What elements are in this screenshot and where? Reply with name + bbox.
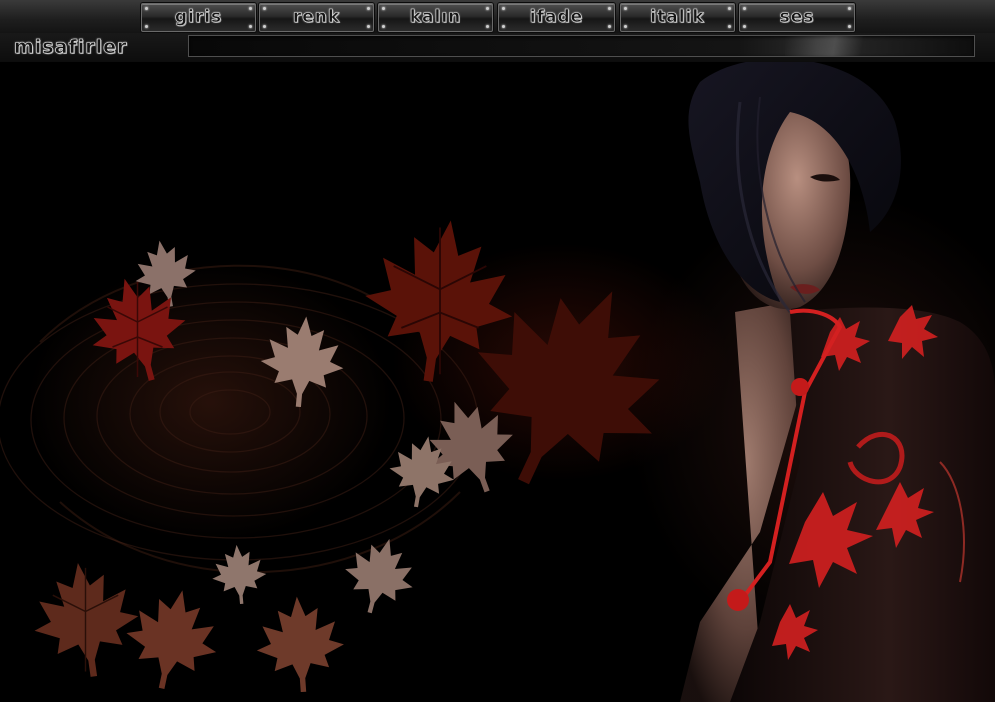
menu-button-ses[interactable]: ses [739, 3, 855, 32]
menu-button-label: ifade [529, 7, 584, 28]
menu-button-giris[interactable]: giris [141, 3, 256, 32]
menu-button-ifade[interactable]: ifade [498, 3, 615, 32]
menu-button-kalin[interactable]: kalın [378, 3, 493, 32]
maple-leaf-icon [120, 582, 225, 692]
maple-leaf-icon [253, 593, 348, 692]
woman-portrait [680, 62, 995, 702]
menu-button-label: kalın [409, 7, 462, 28]
guestbook-label: misafirler [14, 36, 128, 59]
guestbook-input[interactable] [188, 35, 975, 57]
background-artwork [0, 62, 995, 702]
maple-leaf-icon [80, 272, 195, 382]
menu-button-label: ses [779, 7, 815, 28]
menu-button-italik[interactable]: italik [620, 3, 735, 32]
menu-button-label: renk [292, 7, 341, 28]
page: giris renk kalın ifade italik ses misafi… [0, 0, 995, 702]
menu-button-renk[interactable]: renk [259, 3, 374, 32]
maple-leaf-icon [257, 312, 348, 407]
menu-button-label: italik [650, 7, 705, 28]
maple-leaf-icon [385, 430, 460, 510]
top-toolbar: giris renk kalın ifade italik ses misafi… [0, 0, 995, 63]
menu-button-label: giris [174, 7, 223, 28]
